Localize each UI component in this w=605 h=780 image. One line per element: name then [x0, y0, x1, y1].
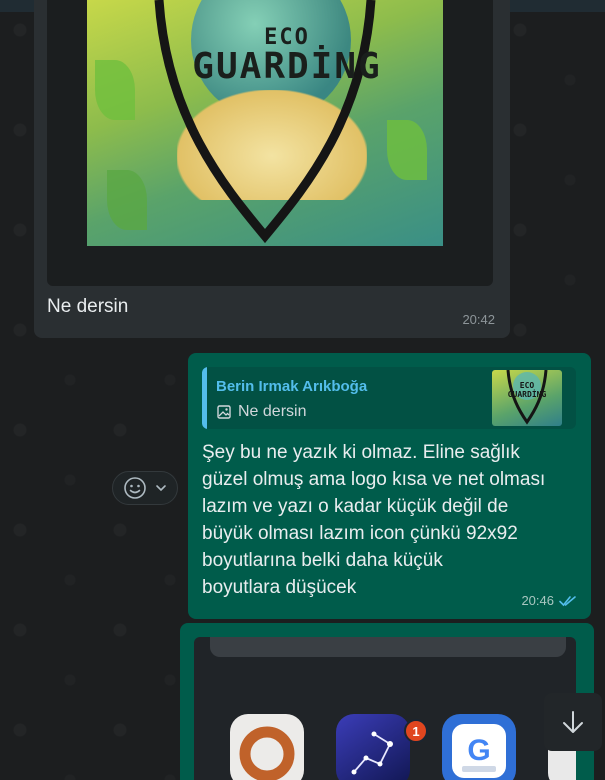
constellation-icon	[351, 731, 393, 775]
phone-screenshot[interactable]: 1 G	[194, 637, 576, 780]
message-image[interactable]: ECO GUARDİNG	[47, 0, 493, 286]
app-icon-gboard: G	[442, 714, 516, 780]
screenshot-status-area	[210, 637, 566, 657]
message-line: lazım ve yazı o kadar küçük değil de	[202, 496, 509, 517]
outgoing-image-message[interactable]: 1 G	[180, 623, 594, 780]
app-icon-star-chart	[336, 714, 410, 780]
chevron-down-icon	[156, 485, 166, 492]
quote-thumbnail: ECO GUARDİNG	[492, 370, 562, 426]
notification-badge: 1	[404, 719, 428, 743]
message-caption: Ne dersin	[47, 296, 129, 317]
incoming-message[interactable]: ECO GUARDİNG Ne dersin 20:42	[34, 0, 510, 338]
message-line: Şey bu ne yazık ki olmaz. Eline sağlık	[202, 442, 520, 463]
message-time: 20:46	[521, 593, 554, 608]
keyboard-g-icon: G	[452, 724, 506, 778]
message-line: güzel olmuş ama logo kısa ve net olması	[202, 469, 546, 490]
emoji-icon	[124, 477, 146, 499]
message-body: Şey bu ne yazık ki olmaz. Eline sağlık g…	[202, 439, 580, 601]
reaction-button[interactable]	[112, 471, 178, 505]
svg-text:ECO: ECO	[520, 381, 535, 390]
message-time: 20:42	[462, 312, 495, 327]
arrow-down-icon	[563, 711, 583, 733]
poster-title: ECO GUARDİNG	[192, 25, 382, 88]
svg-text:G: G	[467, 734, 490, 767]
scroll-to-bottom-button[interactable]	[544, 693, 602, 751]
message-line: büyük olması lazım icon çünkü 92x92	[202, 523, 518, 544]
bagel-icon	[239, 726, 295, 780]
double-check-icon	[559, 595, 576, 606]
svg-text:GUARDİNG: GUARDİNG	[508, 389, 547, 399]
thumbnail-shield: ECO GUARDİNG	[506, 370, 548, 425]
image-icon	[217, 405, 231, 419]
quote-author: Berin Irmak Arıkboğa	[216, 378, 368, 395]
quote-accent-bar	[202, 367, 207, 429]
quoted-message[interactable]: Berin Irmak Arıkboğa Ne dersin ECO GUARD…	[202, 367, 576, 429]
message-line: boyutlarına belki daha küçük	[202, 550, 443, 571]
message-meta: 20:46	[521, 593, 577, 608]
outgoing-message[interactable]: Berin Irmak Arıkboğa Ne dersin ECO GUARD…	[188, 353, 591, 619]
quote-preview: Ne dersin	[216, 403, 306, 421]
quote-text: Ne dersin	[238, 403, 307, 420]
app-icon-simit	[230, 714, 304, 780]
